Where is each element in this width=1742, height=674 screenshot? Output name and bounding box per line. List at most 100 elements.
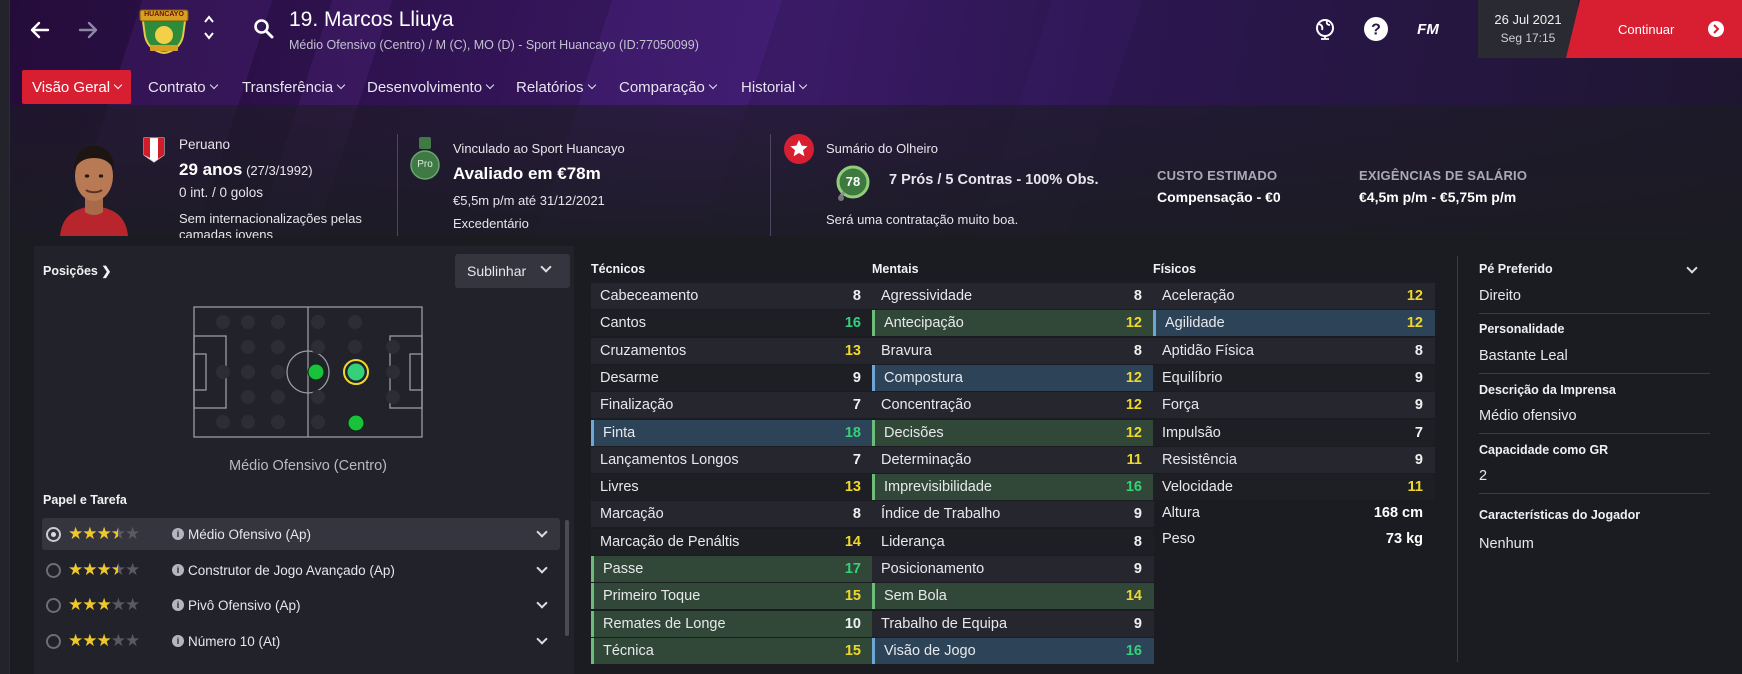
attribute-row[interactable]: Lançamentos Longos 7 bbox=[591, 446, 873, 473]
attribute-value: 17 bbox=[844, 561, 861, 577]
chevron-down-icon[interactable] bbox=[536, 526, 548, 538]
attribute-name: Finalização bbox=[600, 397, 674, 414]
nationality: Peruano bbox=[179, 137, 231, 152]
attribute-row[interactable]: Visão de Jogo 16 bbox=[872, 637, 1154, 664]
info-icon[interactable]: i bbox=[172, 635, 184, 647]
radio-button[interactable] bbox=[46, 526, 61, 542]
attribute-row[interactable]: Sem Bola 14 bbox=[872, 583, 1154, 610]
svg-text:?: ? bbox=[1371, 22, 1381, 39]
attribute-row[interactable]: Impulsão 7 bbox=[1153, 419, 1435, 446]
divider bbox=[1479, 313, 1710, 314]
roles-scrollbar[interactable] bbox=[565, 520, 569, 636]
attribute-row[interactable]: Técnica 15 bbox=[591, 637, 873, 664]
player-traits-value: Nenhum bbox=[1479, 536, 1534, 552]
role-row[interactable]: ★★★★★ i Pivô Ofensivo (Ap) bbox=[42, 589, 560, 621]
attribute-row[interactable]: Marcação 8 bbox=[591, 501, 873, 528]
attribute-value: 14 bbox=[1125, 588, 1142, 605]
attribute-row[interactable]: Compostura 12 bbox=[872, 364, 1154, 391]
attribute-row[interactable]: Índice de Trabalho 9 bbox=[872, 501, 1154, 528]
attribute-row[interactable]: Finalização 7 bbox=[591, 392, 873, 419]
radio-button[interactable] bbox=[46, 597, 61, 613]
forward-button[interactable] bbox=[70, 12, 106, 48]
attribute-value: 14 bbox=[844, 533, 861, 550]
position-label: Médio Ofensivo (Centro) bbox=[229, 458, 387, 474]
chevron-down-icon[interactable] bbox=[536, 597, 548, 609]
attribute-row[interactable]: Cruzamentos 13 bbox=[591, 337, 873, 364]
attribute-row[interactable]: Aptidão Física 8 bbox=[1153, 337, 1435, 364]
chevron-down-icon[interactable] bbox=[203, 31, 215, 41]
attribute-row[interactable]: Passe 17 bbox=[591, 556, 873, 582]
attribute-row[interactable]: Equilíbrio 9 bbox=[1153, 364, 1435, 391]
squad-status: Excedentário bbox=[453, 216, 529, 231]
attribute-row[interactable]: Bravura 8 bbox=[872, 337, 1154, 364]
tab-contract[interactable]: Contrato bbox=[138, 70, 227, 104]
attribute-row[interactable]: Agilidade 12 bbox=[1153, 310, 1435, 337]
pitch-diagram[interactable] bbox=[193, 306, 423, 438]
weight-value: 73 kg bbox=[1385, 531, 1423, 547]
attribute-row[interactable]: Força 9 bbox=[1153, 392, 1435, 419]
attribute-row[interactable]: Cabeceamento 8 bbox=[591, 283, 873, 309]
positions-link[interactable]: Posições ❯ bbox=[43, 264, 111, 278]
attribute-name: Compostura bbox=[884, 369, 963, 386]
attribute-name: Finta bbox=[603, 424, 636, 441]
radio-button[interactable] bbox=[46, 562, 61, 578]
attribute-row[interactable]: Finta 18 bbox=[591, 419, 873, 446]
attribute-row[interactable]: Antecipação 12 bbox=[872, 310, 1154, 337]
globe-icon[interactable] bbox=[1310, 14, 1340, 44]
valuation: Avaliado em €78m bbox=[453, 164, 601, 183]
role-row[interactable]: ★★★★★ i Número 10 (At) bbox=[42, 625, 560, 657]
attribute-value: 15 bbox=[844, 642, 861, 659]
highlight-dropdown[interactable]: Sublinhar bbox=[455, 254, 570, 288]
attribute-value: 8 bbox=[1414, 342, 1423, 359]
tab-transfer[interactable]: Transferência bbox=[232, 70, 354, 104]
radio-button[interactable] bbox=[46, 633, 61, 649]
role-row[interactable]: ★★★★★ i Médio Ofensivo (Ap) bbox=[42, 518, 560, 550]
attribute-row[interactable]: Livres 13 bbox=[591, 474, 873, 501]
attribute-row[interactable]: Desarme 9 bbox=[591, 364, 873, 391]
info-icon[interactable]: i bbox=[172, 528, 184, 540]
attribute-row[interactable]: Concentração 12 bbox=[872, 392, 1154, 419]
role-rating-stars: ★★★★★ bbox=[68, 524, 140, 543]
attribute-name: Força bbox=[1162, 397, 1200, 414]
attribute-row[interactable]: Trabalho de Equipa 9 bbox=[872, 610, 1154, 637]
attribute-row[interactable]: Resistência 9 bbox=[1153, 446, 1435, 473]
attribute-row[interactable]: Agressividade 8 bbox=[872, 283, 1154, 309]
role-row[interactable]: ★★★★★ i Construtor de Jogo Avançado (Ap) bbox=[42, 554, 560, 586]
attribute-value: 9 bbox=[1414, 369, 1423, 386]
search-icon[interactable] bbox=[252, 17, 276, 41]
weight-row: Peso 73 kg bbox=[1153, 531, 1435, 557]
date-display: 26 Jul 2021 Seg 17:15 bbox=[1478, 0, 1578, 58]
chevron-down-icon[interactable] bbox=[1686, 262, 1698, 274]
attribute-value: 11 bbox=[1407, 479, 1423, 496]
help-icon[interactable]: ? bbox=[1361, 14, 1391, 44]
attribute-row[interactable]: Cantos 16 bbox=[591, 310, 873, 337]
scout-rating-icon[interactable]: 78 bbox=[834, 164, 874, 204]
continue-button[interactable]: Continuar bbox=[1566, 0, 1742, 58]
tab-comparison[interactable]: Comparação bbox=[609, 70, 726, 104]
tab-overview[interactable]: Visão Geral bbox=[22, 70, 132, 104]
attribute-row[interactable]: Velocidade 11 bbox=[1153, 474, 1435, 501]
tab-label: Transferência bbox=[242, 78, 334, 96]
attribute-row[interactable]: Liderança 8 bbox=[872, 528, 1154, 555]
attribute-row[interactable]: Marcação de Penáltis 14 bbox=[591, 528, 873, 555]
tab-development[interactable]: Desenvolvimento bbox=[357, 70, 503, 104]
attribute-value: 7 bbox=[852, 451, 861, 468]
chevron-down-icon[interactable] bbox=[536, 633, 548, 645]
attribute-row[interactable]: Primeiro Toque 15 bbox=[591, 583, 873, 610]
attribute-row[interactable]: Aceleração 12 bbox=[1153, 283, 1435, 309]
attribute-row[interactable]: Determinação 11 bbox=[872, 446, 1154, 473]
attribute-value: 12 bbox=[1125, 369, 1142, 386]
tab-reports[interactable]: Relatórios bbox=[506, 70, 605, 104]
info-icon[interactable]: i bbox=[172, 564, 184, 576]
tab-history[interactable]: Historial bbox=[731, 70, 816, 104]
chevron-up-icon[interactable] bbox=[203, 14, 215, 24]
fm-logo[interactable]: FM bbox=[1411, 14, 1445, 44]
attribute-row[interactable]: Decisões 12 bbox=[872, 419, 1154, 446]
back-button[interactable] bbox=[22, 12, 58, 48]
info-icon[interactable]: i bbox=[172, 599, 184, 611]
attribute-row[interactable]: Imprevisibilidade 16 bbox=[872, 474, 1154, 501]
chevron-down-icon[interactable] bbox=[536, 562, 548, 574]
club-badge[interactable]: HUANCAYO bbox=[136, 6, 192, 54]
attribute-row[interactable]: Posicionamento 9 bbox=[872, 556, 1154, 582]
attribute-row[interactable]: Remates de Longe 10 bbox=[591, 610, 873, 637]
